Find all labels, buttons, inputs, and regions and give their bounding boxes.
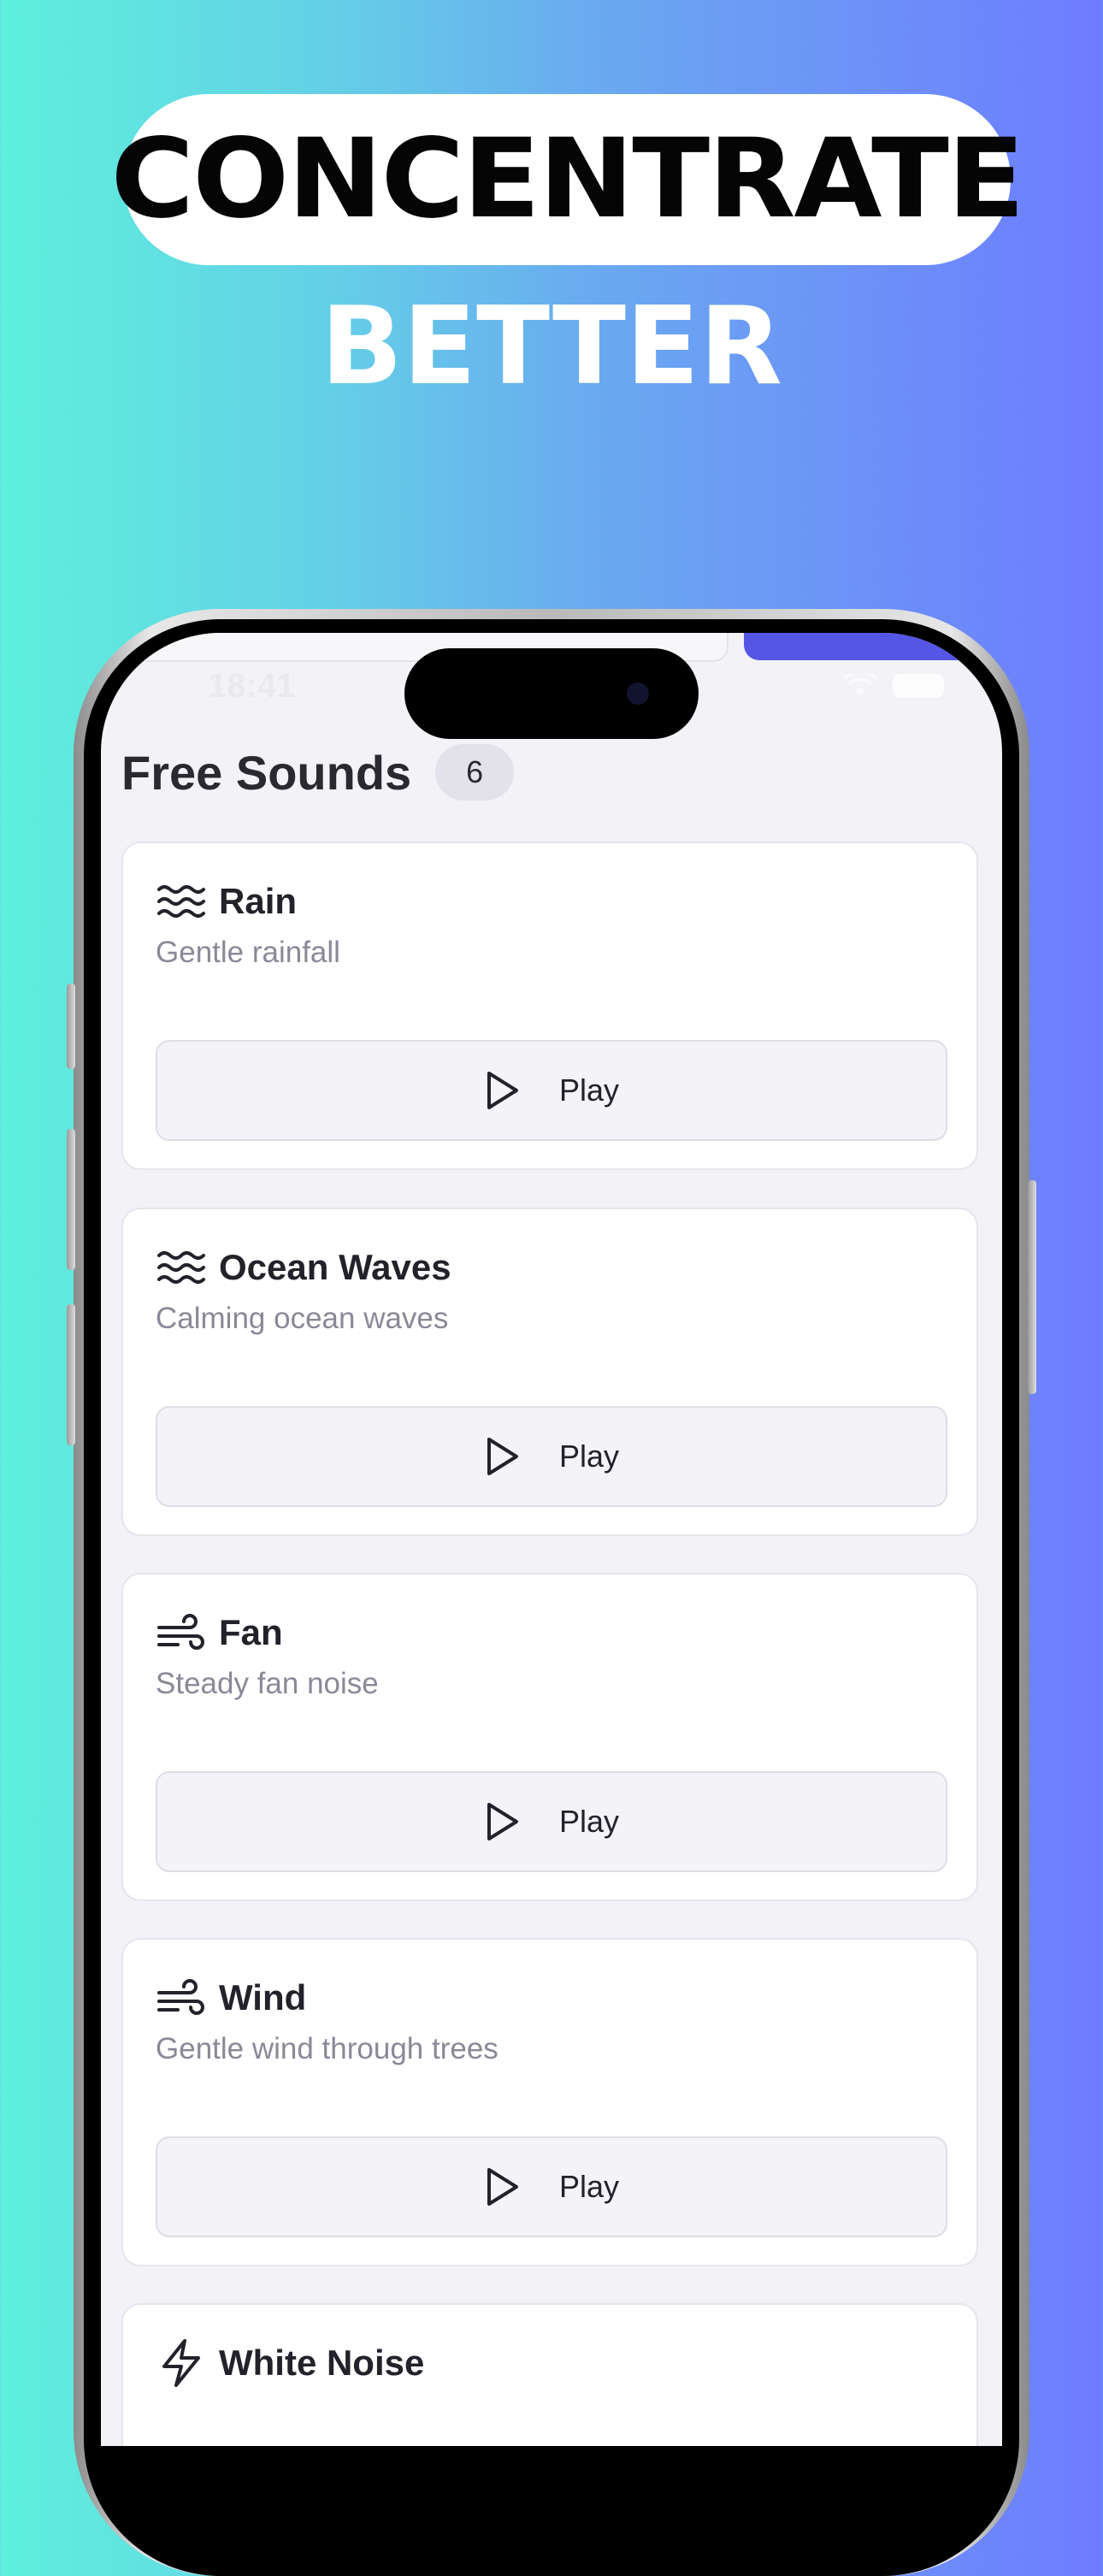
wind-icon <box>157 1614 204 1650</box>
sound-card-rain: Rain Gentle rainfall Play <box>121 842 978 1170</box>
card-header: Fan <box>156 1607 283 1658</box>
sound-description: Gentle wind through trees <box>156 2032 498 2065</box>
card-header: Ocean Waves <box>156 1242 451 1293</box>
play-label: Play <box>558 1804 620 1839</box>
volume-down-button <box>67 1304 75 1445</box>
sound-description: Steady fan noise <box>156 1667 379 1700</box>
headline-main: CONCENTRATE <box>110 115 1024 243</box>
play-icon <box>487 1803 518 1840</box>
sound-title: White Noise <box>219 2343 425 2383</box>
sound-card-fan: Fan Steady fan noise Play <box>121 1573 978 1901</box>
sound-card-white-noise: White Noise <box>121 2303 978 2446</box>
section-title: Free Sounds <box>121 745 412 800</box>
front-camera <box>627 682 649 705</box>
play-label: Play <box>558 1072 620 1108</box>
zap-icon <box>162 2339 200 2387</box>
headline-sub: BETTER <box>321 283 782 409</box>
sound-card-ocean-waves: Ocean Waves Calming ocean waves Play <box>121 1208 978 1536</box>
dynamic-island <box>404 648 699 739</box>
phone-screen: 18:41 Free Sounds 6 Rain Gentle rainfall… <box>101 633 1002 2446</box>
sound-description: Calming ocean waves <box>156 1302 449 1335</box>
headline-pill: CONCENTRATE <box>110 94 1025 265</box>
card-header: White Noise <box>156 2337 424 2389</box>
sound-card-wind: Wind Gentle wind through trees Play <box>121 1938 978 2266</box>
waves-icon <box>157 1251 205 1284</box>
power-button <box>1028 1180 1036 1394</box>
play-button[interactable]: Play <box>156 2136 947 2237</box>
play-button[interactable]: Play <box>156 1406 947 1507</box>
wifi-icon <box>843 674 877 696</box>
card-header: Rain <box>156 876 297 927</box>
play-icon <box>487 1072 518 1109</box>
action-button <box>67 984 75 1069</box>
battery-icon <box>893 674 944 698</box>
play-icon <box>487 2168 518 2206</box>
play-button[interactable]: Play <box>156 1040 947 1141</box>
wind-icon <box>157 1979 204 2015</box>
status-time: 18:41 <box>208 667 296 705</box>
sound-title: Rain <box>219 881 298 921</box>
play-icon <box>487 1438 518 1475</box>
sound-description: Gentle rainfall <box>156 936 340 969</box>
sound-title: Ocean Waves <box>219 1247 451 1287</box>
waves-icon <box>157 885 205 918</box>
section-header: Free Sounds 6 <box>121 744 515 801</box>
status-icons <box>843 674 944 698</box>
sound-title: Wind <box>219 1977 307 2018</box>
play-label: Play <box>558 1439 620 1474</box>
play-label: Play <box>558 2169 620 2204</box>
card-header: Wind <box>156 1972 306 2024</box>
accent-tab <box>744 633 1000 660</box>
sound-title: Fan <box>219 1612 283 1652</box>
count-badge: 6 <box>435 744 515 801</box>
play-button[interactable]: Play <box>156 1771 947 1872</box>
volume-up-button <box>67 1129 75 1270</box>
